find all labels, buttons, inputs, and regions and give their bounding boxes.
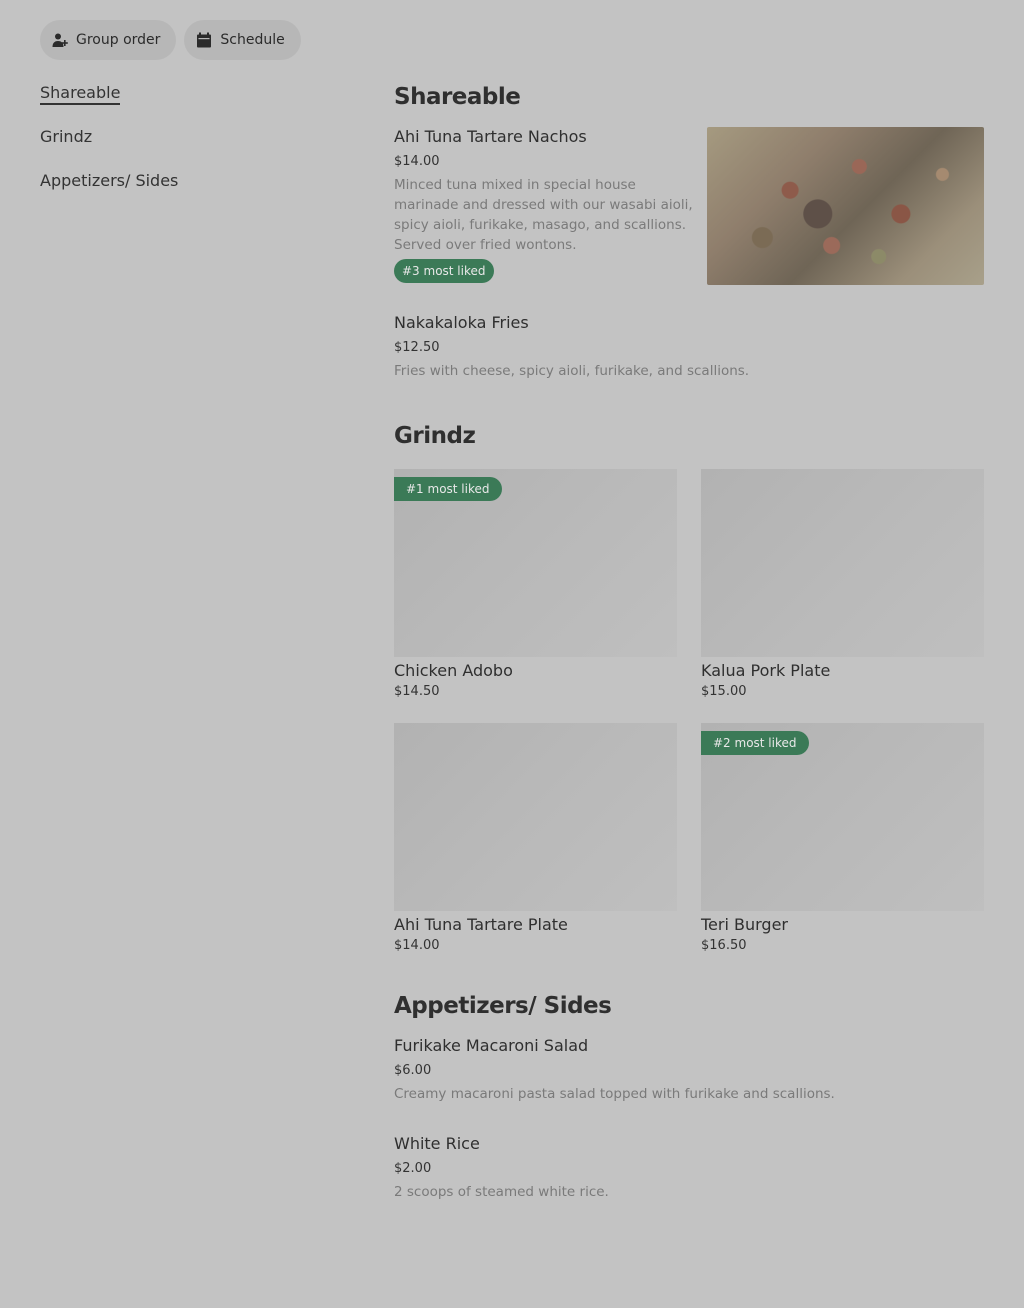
item-description: Creamy macaroni pasta salad topped with … [394, 1086, 835, 1102]
top-actions: Group order Schedule [40, 20, 301, 60]
section-title: Appetizers/ Sides [394, 993, 612, 1019]
menu-item-furikake-macaroni-salad[interactable]: Furikake Macaroni Salad $6.00 Creamy mac… [394, 1036, 984, 1104]
calendar-icon [196, 32, 212, 48]
item-name: White Rice [394, 1134, 480, 1153]
group-order-button[interactable]: Group order [40, 20, 177, 60]
item-price: $6.00 [394, 1063, 432, 1078]
item-price: $16.50 [701, 938, 747, 953]
item-name: Furikake Macaroni Salad [394, 1036, 589, 1055]
schedule-button[interactable]: Schedule [184, 20, 301, 60]
group-order-label: Group order [76, 32, 161, 48]
item-name: Nakakaloka Fries [394, 313, 529, 332]
item-description: 2 scoops of steamed white rice. [394, 1184, 609, 1200]
section-shareable: Shareable Ahi Tuna Tartare Nachos $14.00… [394, 84, 984, 381]
section-grindz: Grindz #1 most liked Chicken Adobo $14.5… [394, 423, 984, 953]
item-price: $14.00 [394, 938, 440, 953]
menu-content: Shareable Ahi Tuna Tartare Nachos $14.00… [394, 84, 984, 1202]
menu-item-white-rice[interactable]: White Rice $2.00 2 scoops of steamed whi… [394, 1134, 984, 1202]
section-title: Shareable [394, 84, 521, 110]
section-appetizers-sides: Appetizers/ Sides Furikake Macaroni Sala… [394, 993, 984, 1202]
item-image-placeholder: #1 most liked [394, 469, 677, 657]
add-person-icon [52, 32, 68, 48]
item-name: Ahi Tuna Tartare Nachos [394, 127, 587, 146]
category-nav: Shareable Grindz Appetizers/ Sides [40, 82, 340, 214]
item-name: Chicken Adobo [394, 661, 513, 680]
menu-item-ahi-tuna-tartare-nachos[interactable]: Ahi Tuna Tartare Nachos $14.00 Minced tu… [394, 127, 984, 285]
schedule-label: Schedule [220, 32, 285, 48]
section-title: Grindz [394, 423, 476, 449]
item-name: Teri Burger [701, 915, 788, 934]
item-photo [707, 127, 984, 285]
nav-item-appetizers-sides[interactable]: Appetizers/ Sides [40, 170, 340, 214]
nav-item-grindz[interactable]: Grindz [40, 126, 340, 170]
item-image-placeholder [394, 723, 677, 911]
item-name: Ahi Tuna Tartare Plate [394, 915, 568, 934]
nav-item-label: Grindz [40, 127, 93, 146]
item-description: Fries with cheese, spicy aioli, furikake… [394, 363, 750, 379]
item-description: Minced tuna mixed in special house marin… [394, 177, 693, 253]
item-image-placeholder [701, 469, 984, 657]
most-liked-badge: #3 most liked [394, 259, 494, 283]
item-grid: #1 most liked Chicken Adobo $14.50 Kalua… [394, 469, 984, 953]
nav-item-label: Shareable [40, 83, 121, 105]
item-name: Kalua Pork Plate [701, 661, 831, 680]
menu-item-ahi-tuna-tartare-plate[interactable]: Ahi Tuna Tartare Plate $14.00 [394, 723, 677, 953]
item-price: $12.50 [394, 340, 440, 355]
nav-item-label: Appetizers/ Sides [40, 171, 179, 190]
menu-item-kalua-pork-plate[interactable]: Kalua Pork Plate $15.00 [701, 469, 984, 699]
menu-item-teri-burger[interactable]: #2 most liked Teri Burger $16.50 [701, 723, 984, 953]
item-image-placeholder: #2 most liked [701, 723, 984, 911]
menu-item-chicken-adobo[interactable]: #1 most liked Chicken Adobo $14.50 [394, 469, 677, 699]
item-price: $14.50 [394, 684, 440, 699]
most-liked-badge: #1 most liked [394, 477, 502, 501]
menu-item-nakakaloka-fries[interactable]: Nakakaloka Fries $12.50 Fries with chees… [394, 313, 984, 381]
most-liked-badge: #2 most liked [701, 731, 809, 755]
item-price: $14.00 [394, 154, 440, 169]
item-price: $15.00 [701, 684, 747, 699]
nav-item-shareable[interactable]: Shareable [40, 82, 340, 126]
item-price: $2.00 [394, 1161, 432, 1176]
